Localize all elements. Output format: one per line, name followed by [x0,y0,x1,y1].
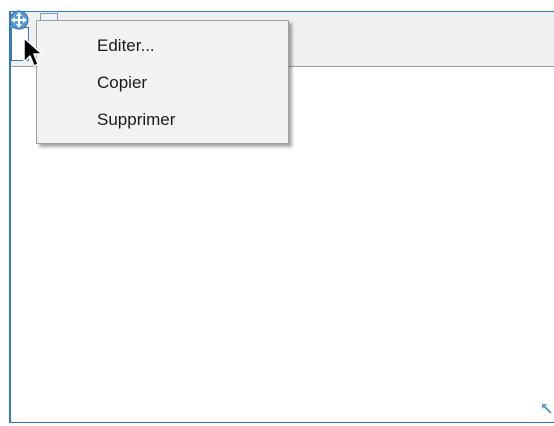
move-handle-icon[interactable] [8,9,30,31]
menu-item-copy[interactable]: Copier [37,68,288,105]
menu-item-delete[interactable]: Supprimer [37,105,288,142]
context-menu: Editer... Copier Supprimer [36,20,289,144]
mouse-pointer-icon [23,37,43,67]
editor-canvas: Editer... Copier Supprimer [0,0,554,426]
menu-item-edit[interactable]: Editer... [37,31,288,68]
resize-handle-icon[interactable] [540,402,554,416]
